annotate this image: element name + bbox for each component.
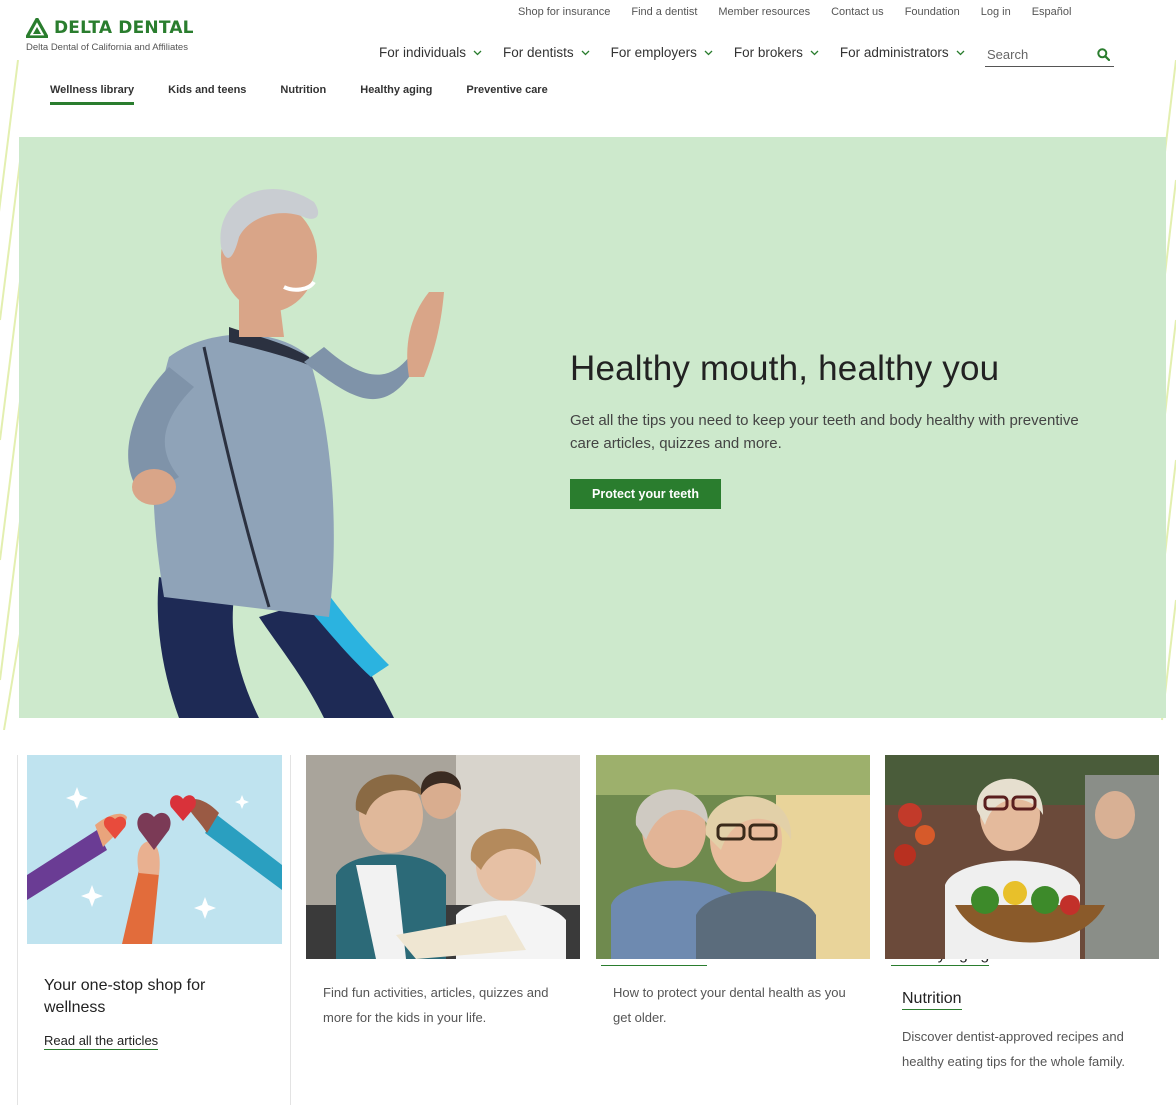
utility-nav: Shop for insurance Find a dentist Member… — [518, 6, 1092, 18]
hero-runner-image — [128, 189, 444, 718]
nav-for-employers[interactable]: For employers — [611, 45, 713, 60]
hands-hearts-illustration — [27, 755, 282, 944]
chevron-down-icon — [581, 50, 590, 55]
card-description: Find fun activities, articles, quizzes a… — [323, 985, 549, 1025]
hero-title: Healthy mouth, healthy you — [570, 349, 1000, 388]
woman-vegetables-photo — [885, 755, 1159, 959]
search-input[interactable] — [985, 47, 1095, 62]
brand-tagline: Delta Dental of California and Affiliate… — [26, 42, 188, 53]
card-description: Discover dentist-approved recipes and he… — [902, 1029, 1126, 1069]
util-link-member-resources[interactable]: Member resources — [718, 6, 810, 18]
read-all-articles-link[interactable]: Read all the articles — [44, 1033, 159, 1050]
tab-kids-and-teens[interactable]: Kids and teens — [168, 84, 246, 104]
hero-banner: Healthy mouth, healthy you Get all the t… — [19, 137, 1166, 718]
card-description: How to protect your dental health as you… — [613, 985, 846, 1025]
tab-wellness-library[interactable]: Wellness library — [50, 84, 135, 105]
brand-logo[interactable]: DELTA DENTAL Delta Dental of California … — [26, 18, 194, 53]
chevron-down-icon — [473, 50, 482, 55]
chevron-down-icon — [956, 50, 965, 55]
wellness-cards: Your one-stop shop for wellness Read all… — [0, 755, 1176, 1105]
util-link-espanol[interactable]: Español — [1032, 6, 1072, 18]
hero-description: Get all the tips you need to keep your t… — [570, 412, 1079, 452]
util-link-shop-insurance[interactable]: Shop for insurance — [518, 6, 610, 18]
divider — [290, 755, 291, 1105]
nav-label: For administrators — [839, 45, 949, 60]
women-laughing-photo — [596, 755, 870, 959]
kids-reading-photo — [306, 755, 580, 959]
chevron-down-icon — [810, 50, 819, 55]
hero-content: Healthy mouth, healthy you Get all the t… — [570, 349, 1110, 509]
util-link-log-in[interactable]: Log in — [981, 6, 1011, 18]
card-title[interactable]: Nutrition — [902, 990, 962, 1010]
feature-card: Your one-stop shop for wellness Read all… — [27, 755, 282, 1050]
delta-triangle-icon — [26, 18, 48, 38]
wellness-sub-nav: Wellness library Kids and teens Nutritio… — [50, 84, 582, 105]
tab-nutrition[interactable]: Nutrition — [280, 84, 326, 104]
search-icon[interactable] — [1097, 48, 1110, 61]
nav-label: For individuals — [379, 45, 467, 60]
util-link-foundation[interactable]: Foundation — [905, 6, 960, 18]
tab-preventive-care[interactable]: Preventive care — [466, 84, 547, 104]
feature-title: Your one-stop shop for wellness — [44, 977, 206, 1016]
nav-for-dentists[interactable]: For dentists — [503, 45, 590, 60]
nav-for-administrators[interactable]: For administrators — [840, 45, 965, 60]
nav-for-brokers[interactable]: For brokers — [734, 45, 819, 60]
nav-for-individuals[interactable]: For individuals — [379, 45, 482, 60]
nav-label: For employers — [610, 45, 697, 60]
protect-teeth-button[interactable]: Protect your teeth — [570, 479, 721, 509]
util-link-find-dentist[interactable]: Find a dentist — [631, 6, 697, 18]
tab-healthy-aging[interactable]: Healthy aging — [360, 84, 432, 104]
nav-label: For dentists — [503, 45, 574, 60]
divider — [17, 755, 18, 1105]
card-nutrition[interactable]: Nutrition Discover dentist-approved reci… — [885, 755, 1176, 1074]
brand-name: DELTA DENTAL — [54, 18, 194, 38]
search-box — [985, 43, 1114, 67]
site-header: DELTA DENTAL Delta Dental of California … — [0, 0, 1176, 130]
main-nav: For individuals For dentists For employe… — [379, 45, 986, 60]
chevron-down-icon — [704, 50, 713, 55]
util-link-contact-us[interactable]: Contact us — [831, 6, 884, 18]
nav-label: For brokers — [733, 45, 803, 60]
